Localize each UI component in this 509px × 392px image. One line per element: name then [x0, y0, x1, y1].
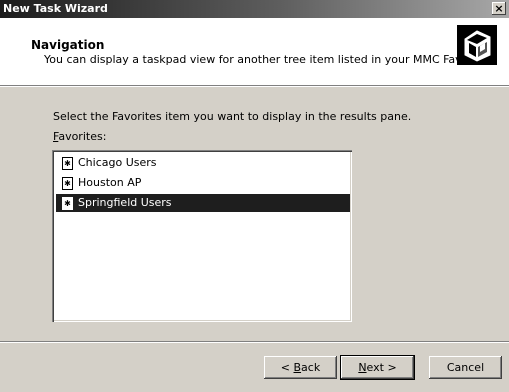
list-item[interactable]: ✱ Houston AP — [56, 174, 350, 192]
back-button-rest: ack — [301, 361, 321, 374]
list-item-label: Houston AP — [78, 176, 142, 189]
wizard-icon — [457, 25, 497, 65]
next-button[interactable]: Next > — [341, 356, 414, 379]
document-star-icon: ✱ — [62, 197, 73, 210]
cancel-button[interactable]: Cancel — [429, 356, 502, 379]
close-icon: × — [494, 2, 504, 15]
list-item-label: Springfield Users — [78, 196, 172, 209]
page-title: Navigation — [31, 38, 105, 52]
close-button[interactable]: × — [492, 2, 506, 15]
document-star-icon: ✱ — [62, 177, 73, 190]
title-bar: New Task Wizard × — [0, 0, 509, 18]
back-button[interactable]: < Back — [264, 356, 337, 379]
favorites-label: Favorites: — [53, 130, 106, 143]
favorites-label-rest: avorites: — [58, 130, 107, 143]
instruction-text: Select the Favorites item you want to di… — [53, 110, 412, 123]
footer-divider-highlight — [0, 342, 509, 343]
cancel-button-label: Cancel — [446, 361, 485, 374]
favorites-listbox[interactable]: ✱ Chicago Users ✱ Houston AP ✱ Springfie… — [52, 150, 352, 322]
list-item-label: Chicago Users — [78, 156, 157, 169]
back-button-accel: B — [293, 361, 302, 374]
page-subtitle: You can display a taskpad view for anoth… — [44, 53, 497, 66]
next-button-rest: ext > — [366, 361, 397, 374]
back-button-prefix: < — [280, 361, 294, 374]
header-divider-highlight — [0, 86, 509, 87]
list-item[interactable]: ✱ Chicago Users — [56, 154, 350, 172]
next-button-accel: N — [358, 361, 367, 374]
wizard-header: Navigation You can display a taskpad vie… — [0, 18, 509, 85]
document-star-icon: ✱ — [62, 157, 73, 170]
list-item-selected[interactable]: ✱ Springfield Users — [56, 194, 350, 212]
window-title: New Task Wizard — [3, 2, 108, 15]
